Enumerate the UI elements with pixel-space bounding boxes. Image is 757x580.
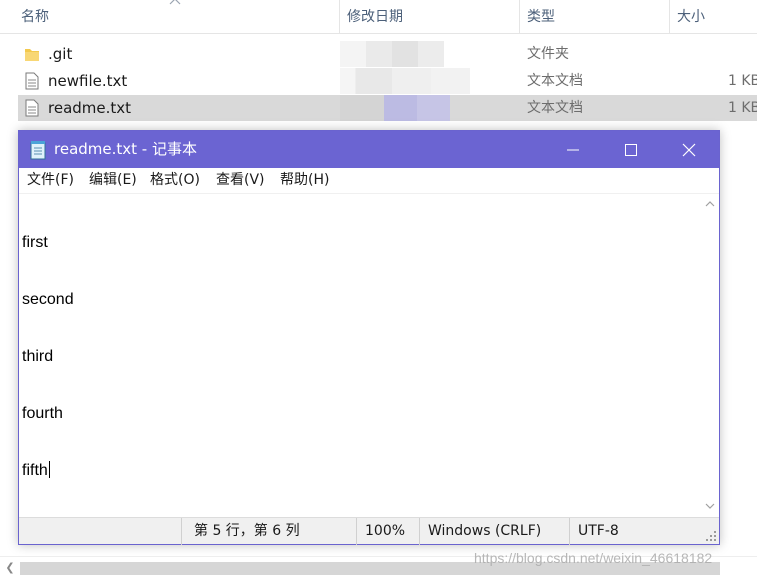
text-line: second: [22, 291, 74, 308]
status-encoding: UTF-8: [569, 518, 705, 545]
status-zoom: 100%: [356, 518, 419, 545]
status-cursor-position: 第 5 行，第 6 列: [181, 518, 356, 545]
text-line-last: fifth: [22, 461, 74, 480]
close-button[interactable]: [660, 131, 718, 168]
scroll-up-icon[interactable]: [704, 198, 716, 210]
scroll-left-icon[interactable]: ❮: [3, 561, 17, 575]
blurred-date: [340, 41, 444, 67]
status-bar: 第 5 行，第 6 列 100% Windows (CRLF) UTF-8: [19, 517, 719, 545]
maximize-icon: [625, 144, 637, 156]
text-file-icon: [25, 72, 39, 90]
text-line: first: [22, 234, 48, 251]
minimize-button[interactable]: [544, 131, 602, 168]
watermark-text: https://blog.csdn.net/weixin_46618182: [474, 550, 713, 566]
text-editor[interactable]: first second third fourth fifth: [19, 193, 719, 518]
file-type: 文本文档: [527, 100, 583, 116]
column-type[interactable]: 类型: [519, 0, 555, 34]
file-name: readme.txt: [48, 99, 132, 117]
menu-view[interactable]: 查看(V): [216, 168, 265, 193]
file-name: .git: [48, 45, 73, 63]
notepad-icon: [30, 141, 46, 160]
folder-icon: [25, 49, 39, 61]
text-file-icon: [25, 99, 39, 117]
close-icon: [682, 143, 696, 157]
file-name: newfile.txt: [48, 72, 128, 90]
window-title: readme.txt - 记事本: [54, 140, 197, 158]
file-type: 文件夹: [527, 46, 569, 62]
file-size: 1 KB: [728, 73, 757, 89]
vertical-scrollbar[interactable]: [701, 194, 719, 518]
column-header-bar: 名称 修改日期 类型 大小: [0, 0, 757, 34]
status-line-ending: Windows (CRLF): [419, 518, 569, 545]
maximize-button[interactable]: [602, 131, 660, 168]
sort-ascending-icon: [169, 0, 181, 5]
column-name[interactable]: 名称: [13, 0, 49, 34]
title-bar[interactable]: readme.txt - 记事本: [19, 131, 719, 168]
file-type: 文本文档: [527, 73, 583, 89]
file-row-git[interactable]: .git 文件夹: [18, 41, 757, 67]
menu-help[interactable]: 帮助(H): [280, 168, 329, 193]
scroll-down-icon[interactable]: [704, 500, 716, 512]
text-line: fifth: [22, 462, 48, 479]
menu-file[interactable]: 文件(F): [27, 168, 74, 193]
minimize-icon: [567, 149, 579, 151]
menu-bar: 文件(F) 编辑(E) 格式(O) 查看(V) 帮助(H): [19, 168, 719, 193]
editor-content[interactable]: first second third fourth fifth: [22, 195, 74, 518]
file-row-readme[interactable]: readme.txt 文本文档 1 KB: [18, 95, 757, 121]
menu-format[interactable]: 格式(O): [150, 168, 200, 193]
text-line: third: [22, 348, 54, 365]
resize-grip-icon[interactable]: [705, 530, 717, 542]
blurred-date: [340, 95, 450, 121]
menu-edit[interactable]: 编辑(E): [89, 168, 137, 193]
text-line: fourth: [22, 405, 63, 422]
file-row-newfile[interactable]: newfile.txt 文本文档 1 KB: [18, 68, 757, 94]
column-modified[interactable]: 修改日期: [339, 0, 403, 34]
blurred-date: [340, 68, 470, 94]
column-size[interactable]: 大小: [669, 0, 705, 34]
notepad-window[interactable]: readme.txt - 记事本 文件(F) 编辑(E) 格式(O) 查看(V)…: [18, 130, 720, 545]
file-size: 1 KB: [728, 100, 757, 116]
text-caret: [48, 461, 50, 478]
